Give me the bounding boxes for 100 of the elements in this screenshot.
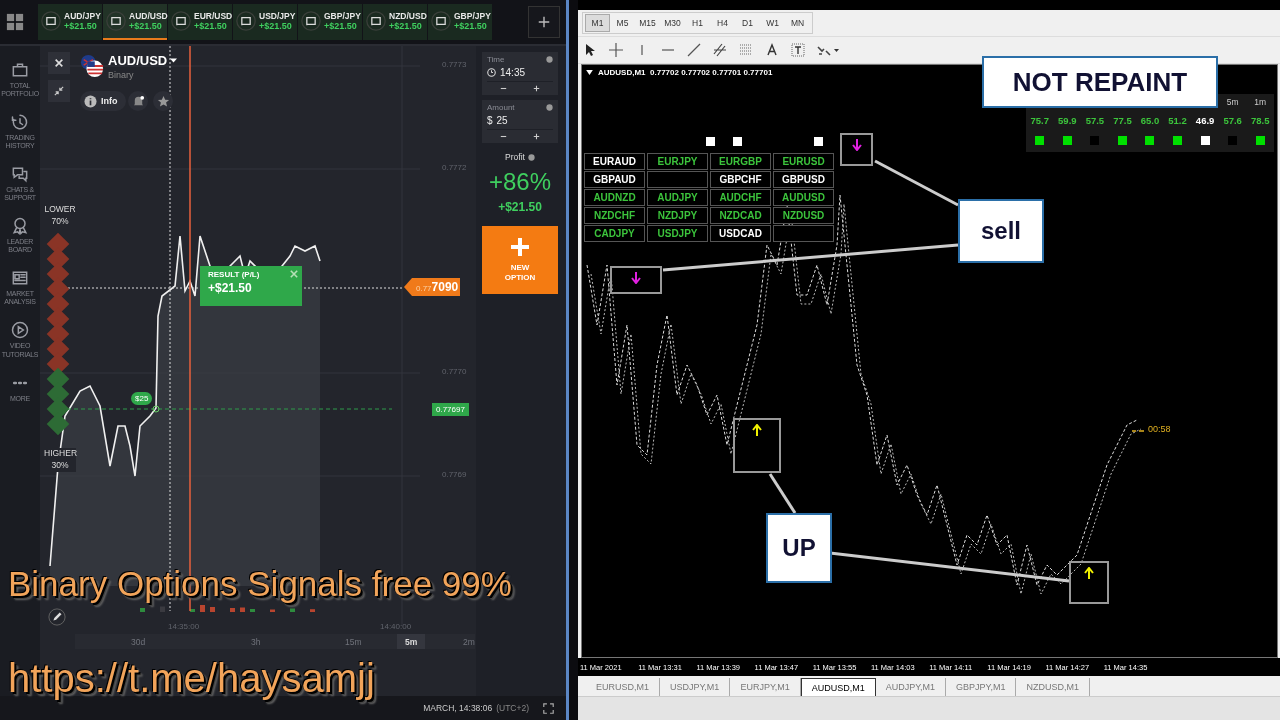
result-label: RESULT (P/L) [208, 270, 261, 279]
help-icon[interactable] [527, 153, 535, 161]
pair-cell: GBPCHF [710, 171, 771, 188]
pair-cell: EURUSD [773, 153, 834, 170]
flag-icon [301, 11, 321, 31]
empty-cell [647, 171, 708, 188]
timeframe-tab[interactable]: 5m [397, 634, 426, 649]
channel-icon[interactable] [712, 42, 728, 58]
text-label-icon[interactable] [790, 42, 806, 58]
marker-square-icon [733, 137, 742, 146]
amount-value[interactable]: 25 [496, 115, 508, 126]
flag-icon [431, 11, 451, 31]
asset-tab[interactable]: AUD/USD +$21.50 [103, 4, 167, 40]
caret-icon [170, 58, 178, 63]
flag-icon [41, 11, 61, 31]
pair-cell: CADJPY [584, 225, 645, 242]
collapse-icon [54, 86, 64, 96]
countdown-line [1132, 429, 1144, 433]
collapse-button[interactable] [48, 80, 70, 102]
signal-value: 46.9 [1195, 114, 1215, 126]
signal-header: 5m [1226, 97, 1239, 107]
pair-cell: AUDNZD [584, 189, 645, 206]
help-icon[interactable] [546, 56, 553, 63]
pair-cell: NZDJPY [647, 207, 708, 224]
asset-tab[interactable]: GBP/JPY +$21.50 [428, 4, 492, 40]
volume-bar [200, 605, 205, 612]
callout-label: sell [958, 199, 1044, 263]
volume-bar [210, 607, 215, 612]
sidebar-icon[interactable] [10, 320, 30, 341]
volume-bar [310, 609, 315, 612]
info-button[interactable]: Info [80, 91, 126, 111]
empty-cell [773, 225, 834, 242]
close-icon [54, 58, 64, 68]
info-icon [84, 94, 97, 108]
strike-price-tag: 0.77697 [432, 403, 469, 416]
plus-icon [532, 84, 541, 93]
close-button[interactable] [48, 52, 70, 74]
volume-bar [190, 609, 195, 612]
period-button[interactable]: MN [785, 14, 810, 32]
time-value[interactable]: 14:35 [500, 67, 526, 78]
asset-tab[interactable]: GBP/JPY +$21.50 [298, 4, 362, 40]
period-button[interactable]: W1 [760, 14, 785, 32]
text-tool-icon[interactable] [764, 42, 780, 58]
up-arrow-icon [1084, 567, 1094, 579]
volume-bar [140, 608, 145, 612]
flag-icon [366, 11, 386, 31]
crosshair-icon[interactable] [608, 42, 624, 58]
grid-menu-icon[interactable] [6, 13, 24, 31]
help-icon[interactable] [546, 104, 553, 111]
asset-tab[interactable]: EUR/USD +$21.50 [168, 4, 232, 40]
add-tab-button[interactable] [528, 6, 560, 38]
callout-label: NOT REPAINT [982, 56, 1218, 108]
fullscreen-icon[interactable] [543, 702, 554, 714]
signal-value: 57.5 [1085, 114, 1105, 126]
alert-button[interactable] [128, 91, 148, 111]
pair-cell: EURJPY [647, 153, 708, 170]
pencil-icon[interactable] [48, 608, 66, 626]
profit-percent: +86% [488, 168, 552, 196]
collapse-triangle-icon[interactable] [586, 70, 593, 75]
volume-bar [250, 609, 255, 612]
asset-tab[interactable]: AUD/JPY +$21.50 [38, 4, 102, 40]
asset-tab[interactable]: USD/JPY +$21.50 [233, 4, 297, 40]
pair-cell: NZDUSD [773, 207, 834, 224]
plus-icon [537, 15, 551, 29]
pair-cell: AUDUSD [773, 189, 834, 206]
period-button[interactable]: M15 [635, 14, 660, 32]
signal-value: 51.2 [1168, 114, 1187, 126]
period-button[interactable]: H1 [685, 14, 710, 32]
period-button[interactable]: M1 [585, 14, 610, 32]
period-button[interactable]: H4 [710, 14, 735, 32]
favorite-button[interactable] [153, 91, 173, 111]
higher-label: HIGHER 30% [44, 448, 76, 472]
star-icon [156, 94, 170, 108]
asset-tab[interactable]: NZD/USD +$21.50 [363, 4, 427, 40]
pair-cell: NZDCAD [710, 207, 771, 224]
pair-cell: AUDJPY [647, 189, 708, 206]
flag-icon [80, 54, 104, 78]
pair-cell: USDJPY [647, 225, 708, 242]
signal-value: 57.6 [1223, 114, 1242, 126]
period-button[interactable]: M5 [610, 14, 635, 32]
asset-selector[interactable]: AUD/USD [108, 53, 178, 68]
period-button[interactable]: D1 [735, 14, 760, 32]
clock-text: MARCH, 14:38:06 [423, 703, 493, 713]
period-button[interactable]: M30 [660, 14, 685, 32]
clock-icon [487, 68, 496, 77]
lower-label: LOWER 70% [44, 204, 76, 228]
sidebar-icon[interactable] [10, 164, 30, 185]
currency-sign: $ [487, 115, 493, 126]
sidebar-icon[interactable] [10, 60, 30, 80]
chart-title: AUDUSD,M1 0.77702 0.77702 0.77701 0.77701 [598, 68, 773, 77]
callout-label: UP [766, 513, 832, 583]
plus-icon [532, 132, 541, 141]
chart-tab[interactable]: AUDUSD,M1 [800, 678, 876, 696]
sidebar-icon[interactable] [10, 216, 30, 237]
volume-bar [240, 607, 245, 612]
pair-cell: USDCAD [710, 225, 771, 242]
profit-value: +$21.50 [498, 200, 542, 214]
time-label: Time [487, 55, 505, 64]
trend-line-icon[interactable] [686, 42, 702, 58]
time-axis-label: 14:40:00 [380, 622, 412, 631]
